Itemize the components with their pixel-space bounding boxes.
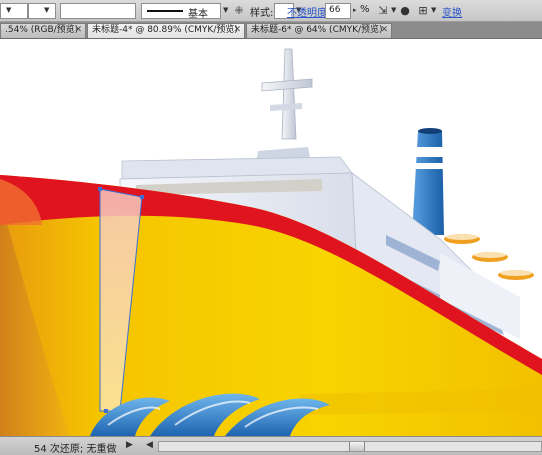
pattern-icon[interactable]: ⊞ <box>416 4 430 18</box>
ship-illustration <box>0 48 542 436</box>
opacity-value: 66 <box>329 5 341 15</box>
chevron-down-icon[interactable]: ▼ <box>6 6 11 14</box>
tab-document-6[interactable]: 未标题-6* @ 64% (CMYK/预览) ✕ <box>246 23 392 38</box>
scroll-left-arrow-icon[interactable]: ◀ <box>146 440 153 450</box>
transform-link[interactable]: 变换 <box>442 4 462 19</box>
stroke-profile-dropdown[interactable]: 基本 <box>141 3 221 20</box>
horizontal-scrollbar[interactable] <box>158 441 542 452</box>
tab-label: 未标题-6* @ 64% (CMYK/预览) <box>251 25 383 35</box>
status-bar: 54 次还原; 无重做 ▶ ◀ <box>0 436 542 455</box>
globe-icon[interactable]: ● <box>398 4 412 18</box>
ship-funnel <box>412 128 444 235</box>
stroke-color-dropdown[interactable] <box>28 3 56 19</box>
close-icon[interactable]: ✕ <box>233 24 241 37</box>
chevron-down-icon[interactable]: ▼ <box>431 6 436 14</box>
document-tab-bar: .54% (RGB/预览) ✕ 未标题-4* @ 80.89% (CMYK/预览… <box>0 22 542 39</box>
chevron-right-icon[interactable]: ▸ <box>353 6 357 14</box>
opacity-input[interactable]: 66 <box>325 3 351 19</box>
chevron-down-icon[interactable]: ▼ <box>391 6 396 14</box>
align-icon[interactable]: ⇲ <box>376 4 390 18</box>
scrollbar-thumb[interactable] <box>349 442 365 451</box>
stroke-style-label: 基本 <box>188 9 208 20</box>
style-label: 样式: <box>250 8 274 19</box>
control-bar: ▼ ▼ 基本 ▼ ⁜ 样式: ▼ 不透明度: 66 ▸ % ⇲ ▼ ● ⊞ ▼ … <box>0 0 542 22</box>
chevron-down-icon[interactable]: ▼ <box>44 6 49 14</box>
close-icon[interactable]: ✕ <box>74 24 82 37</box>
status-menu-arrow-icon[interactable]: ▶ <box>126 440 133 450</box>
tab-label: .54% (RGB/预览) <box>5 25 79 35</box>
stroke-weight-field[interactable] <box>60 3 136 19</box>
tab-document-1[interactable]: .54% (RGB/预览) ✕ <box>0 23 86 38</box>
artboard-canvas[interactable] <box>0 39 542 436</box>
tab-label: 未标题-4* @ 80.89% (CMYK/预览) <box>92 25 238 35</box>
undo-status: 54 次还原; 无重做 <box>34 444 117 455</box>
chevron-down-icon[interactable]: ▼ <box>223 6 228 14</box>
stroke-line-preview <box>147 10 183 12</box>
tab-document-4[interactable]: 未标题-4* @ 80.89% (CMYK/预览) ✕ <box>87 23 245 38</box>
ship-mast <box>256 48 313 163</box>
opacity-unit: % <box>360 4 370 15</box>
close-icon[interactable]: ✕ <box>380 24 388 37</box>
grid-icon[interactable]: ⁜ <box>232 4 246 18</box>
opacity-link[interactable]: 不透明度: <box>287 4 330 19</box>
fill-color-dropdown[interactable] <box>0 3 28 19</box>
